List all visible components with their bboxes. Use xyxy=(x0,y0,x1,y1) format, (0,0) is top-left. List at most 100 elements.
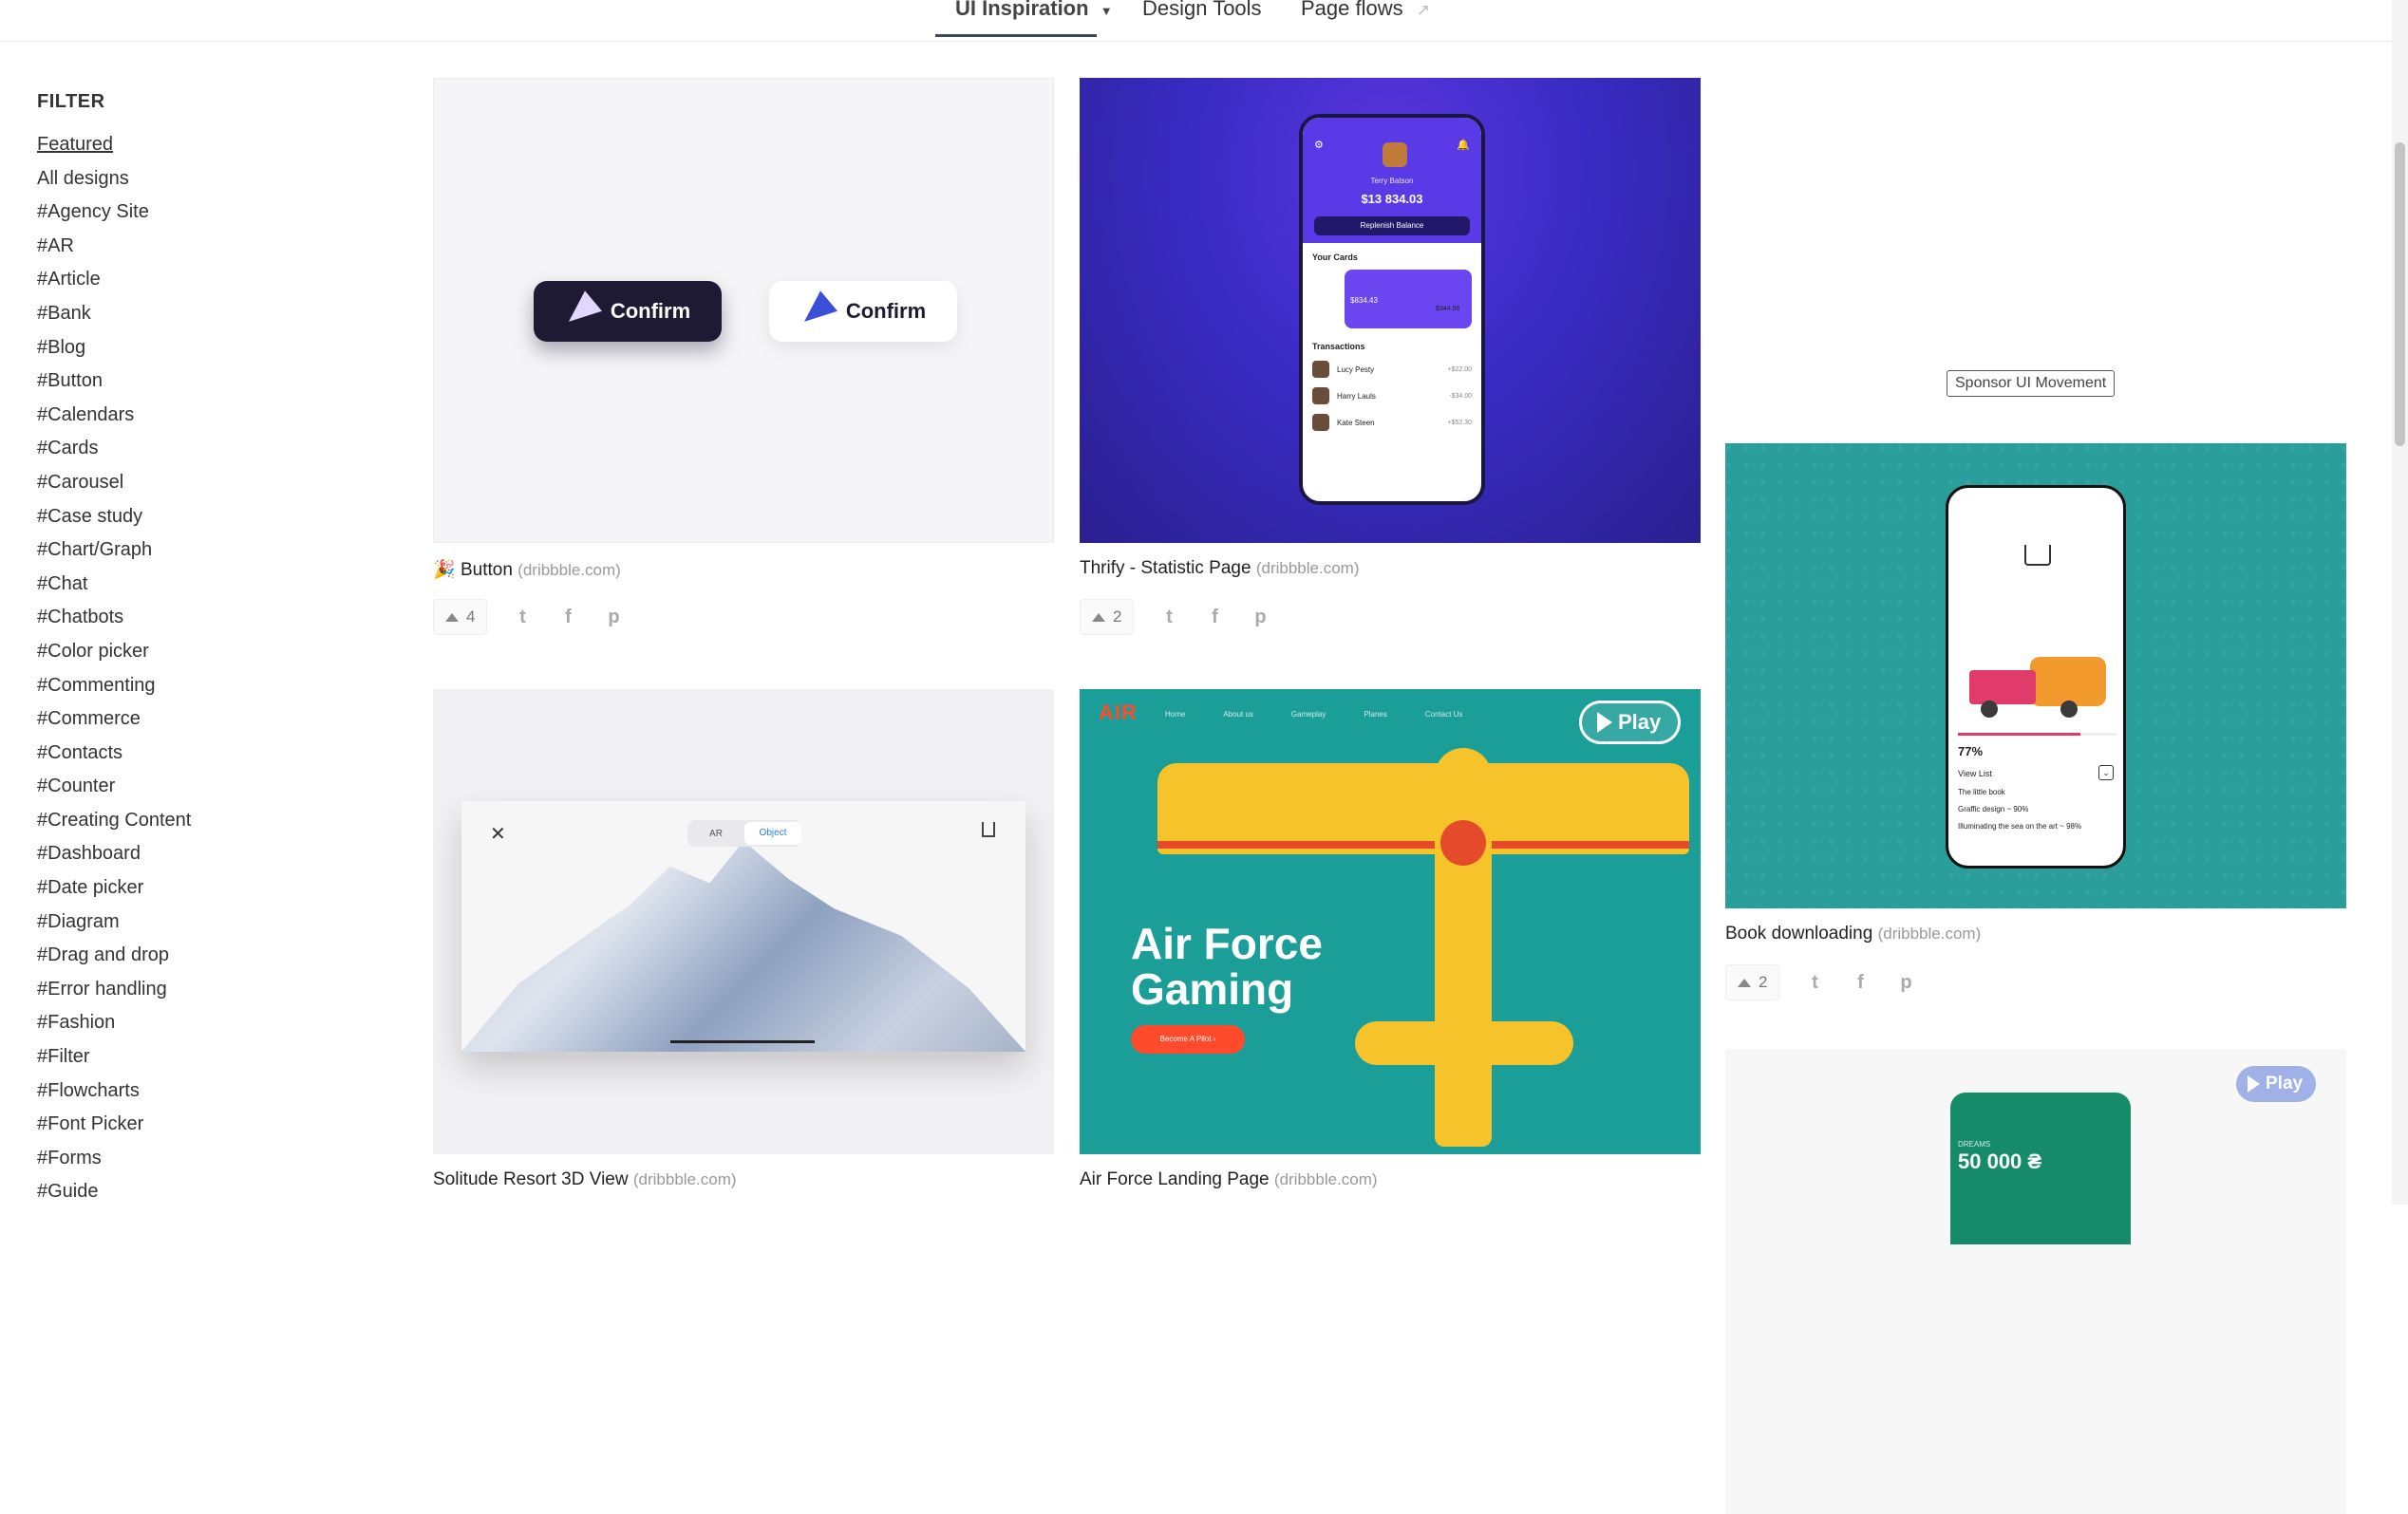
filter-item[interactable]: #Date picker xyxy=(37,871,322,906)
bell-icon: 🔔 xyxy=(1457,140,1470,151)
card-thumbnail[interactable]: AIR Home About us Gameplay Planes Contac… xyxy=(1080,689,1701,1154)
card-thumbnail[interactable]: 77% View List ⌄ The little book Graffic … xyxy=(1725,443,2346,908)
scrollbar-thumb[interactable] xyxy=(2395,142,2405,446)
card-title[interactable]: Solitude Resort 3D View xyxy=(433,1169,629,1189)
twitter-icon[interactable]: t xyxy=(1158,607,1179,628)
card-caption: Solitude Resort 3D View (dribbble.com) xyxy=(433,1169,737,1190)
filter-item[interactable]: #Carousel xyxy=(37,466,322,500)
filter-item[interactable]: #AR xyxy=(37,230,322,264)
pinterest-icon[interactable]: p xyxy=(1250,607,1270,628)
filter-item[interactable]: #Button xyxy=(37,364,322,399)
filter-item[interactable]: #Error handling xyxy=(37,973,322,1007)
vote-count: 2 xyxy=(1113,607,1122,626)
card-thumbnail[interactable]: Confirm Confirm xyxy=(433,78,1054,543)
truck-illustration xyxy=(1969,657,2112,718)
play-button[interactable]: Play xyxy=(1579,701,1682,744)
balance-value: $13 834.03 xyxy=(1361,192,1423,206)
card-source[interactable]: (dribbble.com) xyxy=(1256,559,1360,577)
filter-item[interactable]: #Creating Content xyxy=(37,804,322,838)
filter-item[interactable]: All designs xyxy=(37,162,322,196)
play-button[interactable]: Play xyxy=(2236,1066,2317,1102)
confirm-dark-label: Confirm xyxy=(610,299,691,323)
wheel xyxy=(2060,701,2078,718)
filter-item[interactable]: #Case study xyxy=(37,500,322,534)
play-icon xyxy=(1597,712,1612,733)
filter-item[interactable]: #Chatbots xyxy=(37,601,322,635)
pinterest-icon[interactable]: p xyxy=(603,607,624,628)
tx-name: Kate Steen xyxy=(1337,418,1375,427)
filter-item[interactable]: #Commerce xyxy=(37,702,322,737)
upvote-button[interactable]: 2 xyxy=(1725,964,1780,1000)
twitter-icon[interactable]: t xyxy=(512,607,533,628)
pinterest-icon[interactable]: p xyxy=(1895,972,1916,994)
vote-count: 2 xyxy=(1759,973,1768,991)
your-cards-heading: Your Cards xyxy=(1312,252,1358,262)
confirm-light-label: Confirm xyxy=(845,299,927,323)
card-thumbnail[interactable]: ⚙ 🔔 Terry Batson $13 834.03 Replenish Ba… xyxy=(1080,78,1701,543)
book-list: The little book Graffic design ~ 90% Ill… xyxy=(1958,788,2081,839)
filter-title: FILTER xyxy=(37,91,105,112)
external-link-icon: ↗ xyxy=(1416,1,1430,19)
book-row: Graffic design ~ 90% xyxy=(1958,805,2029,813)
filter-item[interactable]: #Contacts xyxy=(37,737,322,771)
card-thumbnail[interactable]: ✕ AR Object xyxy=(433,689,1054,1154)
filter-item[interactable]: #Diagram xyxy=(37,906,322,940)
download-icon xyxy=(2024,545,2051,566)
avatar xyxy=(1383,142,1407,167)
twitter-icon[interactable]: t xyxy=(1804,972,1825,994)
card-source[interactable]: (dribbble.com) xyxy=(517,561,621,579)
card-source[interactable]: (dribbble.com) xyxy=(1274,1170,1378,1188)
filter-item[interactable]: #Drag and drop xyxy=(37,939,322,973)
card-source[interactable]: (dribbble.com) xyxy=(633,1170,737,1188)
filter-item[interactable]: #Chart/Graph xyxy=(37,533,322,568)
cargo xyxy=(2030,657,2106,706)
upvote-icon xyxy=(445,612,459,622)
filter-item[interactable]: #Blog xyxy=(37,331,322,365)
filter-item[interactable]: #Article xyxy=(37,263,322,297)
filter-item[interactable]: #Chat xyxy=(37,568,322,602)
filter-item[interactable]: #Fashion xyxy=(37,1006,322,1040)
filter-item[interactable]: #Calendars xyxy=(37,399,322,433)
filter-item[interactable]: #Cards xyxy=(37,432,322,466)
sponsor-link[interactable]: Sponsor UI Movement xyxy=(1947,370,2116,397)
card-title[interactable]: Book downloading xyxy=(1725,924,1872,944)
upvote-button[interactable]: 2 xyxy=(1080,599,1135,635)
wheel xyxy=(1981,701,1998,718)
nav-design-tools[interactable]: Design Tools xyxy=(1142,0,1262,21)
filter-item[interactable]: #Commenting xyxy=(37,669,322,703)
filter-item[interactable]: #Color picker xyxy=(37,635,322,669)
card-title[interactable]: Thrify - Statistic Page xyxy=(1080,558,1251,578)
filter-item[interactable]: #Counter xyxy=(37,770,322,804)
filter-item[interactable]: #Dashboard xyxy=(37,837,322,871)
facebook-icon[interactable]: f xyxy=(1850,972,1871,994)
nav-ui-inspiration[interactable]: UI Inspiration ▼ xyxy=(955,0,1113,21)
play-label: Play xyxy=(1618,710,1662,734)
facebook-icon[interactable]: f xyxy=(557,607,578,628)
card-actions: 2 t f p xyxy=(1080,598,1270,636)
upvote-button[interactable]: 4 xyxy=(433,599,488,635)
filter-item[interactable]: Featured xyxy=(37,128,322,162)
card-title[interactable]: Button xyxy=(461,560,513,580)
play-label: Play xyxy=(2266,1074,2304,1093)
filter-item[interactable]: #Agency Site xyxy=(37,196,322,230)
truck-cab xyxy=(1969,670,2036,704)
filter-item[interactable]: #Filter xyxy=(37,1040,322,1075)
filter-item[interactable]: #Forms xyxy=(37,1142,322,1176)
nav-page-flows-label: Page flows xyxy=(1301,0,1403,20)
air-nav-item: About us xyxy=(1223,710,1253,719)
filter-item[interactable]: #Font Picker xyxy=(37,1108,322,1142)
card-actions: 4 t f p xyxy=(433,598,624,636)
card-caption: Thrify - Statistic Page (dribbble.com) xyxy=(1080,558,1360,579)
nav-page-flows[interactable]: Page flows ↗ xyxy=(1301,0,1430,21)
facebook-icon[interactable]: f xyxy=(1204,607,1225,628)
air-headline-line: Gaming xyxy=(1131,964,1294,1014)
air-nav-item: Home xyxy=(1165,710,1186,719)
nav-ui-inspiration-label: UI Inspiration xyxy=(955,0,1089,20)
dreams-label: DREAMS xyxy=(1958,1140,1991,1149)
filter-item[interactable]: #Flowcharts xyxy=(37,1075,322,1109)
card-source[interactable]: (dribbble.com) xyxy=(1878,925,1982,943)
filter-item[interactable]: #Bank xyxy=(37,297,322,331)
card-thumbnail[interactable]: DREAMS 50 000 ₴ Play xyxy=(1725,1049,2346,1514)
card-title[interactable]: Air Force Landing Page xyxy=(1080,1169,1270,1189)
play-icon xyxy=(2248,1075,2260,1093)
